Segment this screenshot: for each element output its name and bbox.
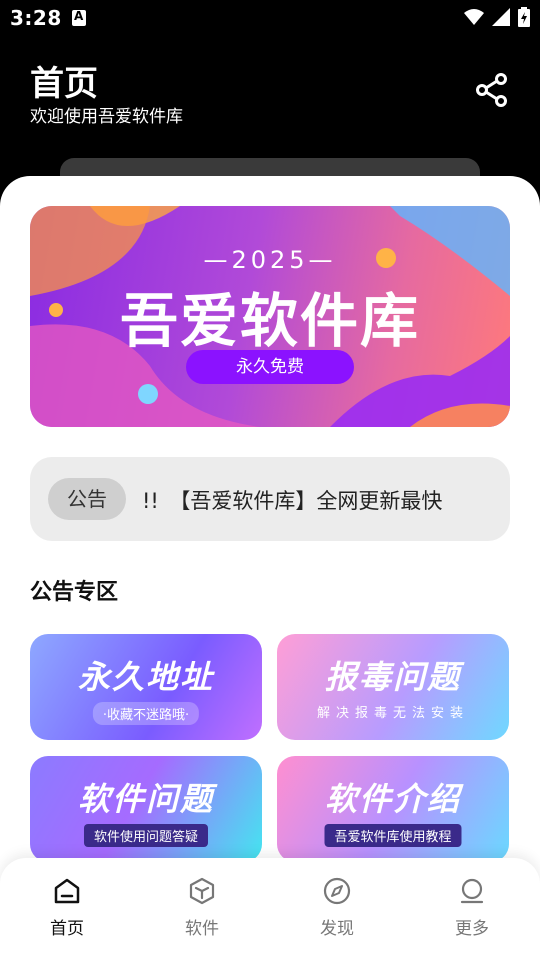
wifi-icon (464, 9, 484, 25)
promo-banner[interactable]: —2025— 吾爱软件库 永久免费 (30, 206, 510, 427)
banner-title: 吾爱软件库 (119, 287, 420, 355)
nav-discover[interactable]: 发现 (292, 876, 382, 948)
card-subtitle: 软件使用问题答疑 (83, 824, 209, 847)
notice-card-virus-warning[interactable]: 报毒问题 解决报毒无法安装 (277, 634, 509, 740)
notice-bar[interactable]: 公告 !! 【吾爱软件库】全网更新最快 (30, 457, 510, 541)
bottom-nav: 首页 软件 发现 更多 (0, 858, 540, 960)
card-subtitle: 吾爱软件库使用教程 (324, 824, 462, 847)
status-bar: 3:28 (0, 0, 540, 36)
card-subtitle: ·收藏不迷路哦· (92, 702, 200, 725)
person-icon (460, 878, 484, 904)
status-icons (464, 7, 530, 27)
signal-icon (492, 8, 510, 26)
nav-home-label: 首页 (50, 919, 84, 939)
nav-software-label: 软件 (185, 919, 219, 939)
content-sheet: —2025— 吾爱软件库 永久免费 公告 !! 【吾爱软件库】全网更新最快 公告… (0, 176, 540, 960)
banner-year: —2025— (203, 246, 337, 274)
share-icon (476, 73, 507, 107)
notice-marquee-text: !! 【吾爱软件库】全网更新最快 (142, 489, 443, 513)
notice-card-software-intro[interactable]: 软件介绍 吾爱软件库使用教程 (277, 756, 509, 862)
notice-card-permanent-address[interactable]: 永久地址 ·收藏不迷路哦· (30, 634, 262, 740)
nav-more[interactable]: 更多 (427, 876, 517, 948)
card-title: 永久地址 (77, 658, 214, 696)
nav-more-label: 更多 (455, 919, 489, 939)
card-subtitle: 解决报毒无法安装 (316, 706, 470, 721)
nav-home[interactable]: 首页 (22, 876, 112, 948)
status-time: 3:28 (10, 6, 62, 30)
compass-icon (323, 877, 351, 905)
home-icon (54, 878, 80, 904)
section-title: 公告专区 (30, 580, 119, 605)
accessibility-notification-icon (72, 9, 86, 26)
share-button[interactable] (472, 70, 512, 110)
notice-card-software-issues[interactable]: 软件问题 软件使用问题答疑 (30, 756, 262, 862)
card-title: 软件介绍 (324, 780, 461, 818)
nav-discover-label: 发现 (320, 919, 354, 939)
page-title: 首页 (30, 64, 98, 104)
nav-software[interactable]: 软件 (157, 876, 247, 948)
banner-tagline: 永久免费 (186, 350, 354, 384)
cube-icon (189, 877, 215, 905)
battery-icon (518, 7, 530, 27)
card-title: 报毒问题 (324, 658, 461, 696)
card-title: 软件问题 (77, 780, 214, 818)
notice-tag: 公告 (48, 478, 126, 520)
app-header: 首页 欢迎使用吾爱软件库 (0, 40, 540, 160)
page-subtitle: 欢迎使用吾爱软件库 (30, 107, 183, 127)
